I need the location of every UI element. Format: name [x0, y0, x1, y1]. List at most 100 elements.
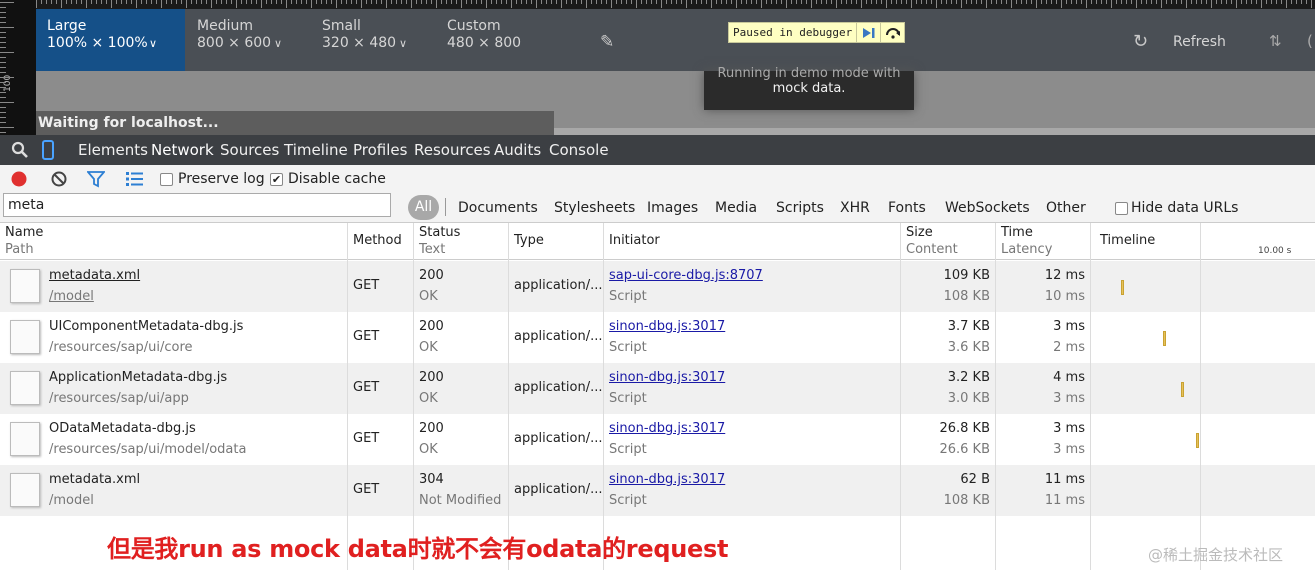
column-name[interactable]: Name Path	[0, 223, 43, 260]
devtools-tab-bar: Elements Network Sources Timeline Profil…	[0, 135, 1315, 165]
ruler-tick	[346, 0, 347, 4]
filter-chip-stylesheets[interactable]: Stylesheets	[554, 200, 635, 216]
column-divider[interactable]	[900, 223, 901, 570]
column-divider[interactable]	[1090, 223, 1091, 570]
filter-chip-other[interactable]: Other	[1046, 200, 1086, 216]
pencil-icon[interactable]: ✎	[600, 32, 614, 52]
ruler-tick	[316, 0, 317, 4]
filter-chip-xhr[interactable]: XHR	[840, 200, 870, 216]
preset-medium[interactable]: Medium 800 × 600 ∨	[186, 9, 310, 71]
filter-chip-images[interactable]: Images	[647, 200, 698, 216]
refresh-icon[interactable]: ↻	[1133, 31, 1148, 52]
checkbox-box[interactable]	[160, 172, 173, 186]
column-initiator[interactable]: Initiator	[604, 223, 660, 260]
column-timeline[interactable]: Timeline	[1095, 223, 1155, 260]
column-label: Time	[1001, 225, 1033, 240]
column-method[interactable]: Method	[348, 223, 402, 260]
tab-elements[interactable]: Elements	[78, 141, 148, 159]
viewport-scroll-strip	[554, 128, 1315, 135]
ruler-tick	[411, 0, 412, 8]
column-status[interactable]: Status Text	[414, 223, 460, 260]
filter-chip-websockets[interactable]: WebSockets	[945, 200, 1030, 216]
request-name[interactable]: UIComponentMetadata-dbg.js	[49, 319, 243, 334]
request-name[interactable]: ODataMetadata-dbg.js	[49, 421, 196, 436]
ruler-tick	[801, 0, 802, 4]
column-divider[interactable]	[603, 223, 604, 570]
ruler-tick	[601, 0, 602, 4]
preset-large[interactable]: Large 100% × 100% ∨	[36, 9, 185, 71]
ruler-tick	[66, 0, 67, 4]
resume-button[interactable]	[856, 23, 880, 42]
checkbox-box[interactable]	[1115, 201, 1128, 215]
filter-icon[interactable]	[87, 171, 105, 188]
request-name[interactable]: metadata.xml	[49, 472, 140, 487]
ruler-tick	[846, 0, 847, 4]
ruler-tick	[716, 0, 717, 4]
column-size[interactable]: Size Content	[901, 223, 958, 260]
filter-chip-scripts[interactable]: Scripts	[776, 200, 824, 216]
tab-timeline[interactable]: Timeline	[284, 141, 348, 159]
filter-chip-fonts[interactable]: Fonts	[888, 200, 926, 216]
step-over-button[interactable]	[880, 23, 904, 42]
tab-sources[interactable]: Sources	[220, 141, 279, 159]
column-divider[interactable]	[347, 223, 348, 570]
column-time[interactable]: Time Latency	[996, 223, 1052, 260]
table-row[interactable]: ODataMetadata-dbg.js /resources/sap/ui/m…	[0, 414, 1315, 465]
tab-resources[interactable]: Resources	[414, 141, 491, 159]
ruler-tick	[956, 0, 957, 4]
request-name[interactable]: metadata.xml	[49, 268, 140, 283]
table-row[interactable]: UIComponentMetadata-dbg.js /resources/sa…	[0, 312, 1315, 363]
ruler-tick	[211, 0, 212, 8]
search-icon[interactable]	[11, 141, 29, 159]
preset-small[interactable]: Small 320 × 480 ∨	[311, 9, 435, 71]
ruler-tick	[876, 0, 877, 4]
ruler-tick	[0, 97, 6, 98]
tab-network[interactable]: Network	[151, 141, 214, 159]
table-row[interactable]: ApplicationMetadata-dbg.js /resources/sa…	[0, 363, 1315, 414]
table-row[interactable]: metadata.xml /model GET 304 Not Modified…	[0, 465, 1315, 516]
ruler-tick	[511, 0, 512, 8]
filter-chip-media[interactable]: Media	[715, 200, 757, 216]
ruler-tick	[466, 0, 467, 4]
preserve-log-checkbox[interactable]: Preserve log	[160, 171, 265, 187]
hide-data-urls-checkbox[interactable]: Hide data URLs	[1115, 200, 1238, 216]
ruler-tick	[251, 0, 252, 4]
record-icon[interactable]	[10, 170, 28, 188]
column-divider[interactable]	[413, 223, 414, 570]
ruler-tick	[1291, 0, 1292, 4]
column-divider[interactable]	[995, 223, 996, 570]
clear-icon[interactable]	[50, 170, 68, 188]
tab-audits[interactable]: Audits	[494, 141, 541, 159]
device-mode-icon[interactable]	[42, 140, 54, 160]
tab-profiles[interactable]: Profiles	[353, 141, 407, 159]
filter-chip-all[interactable]: All	[408, 195, 439, 220]
large-rows-icon[interactable]	[125, 171, 144, 187]
request-name[interactable]: ApplicationMetadata-dbg.js	[49, 370, 227, 385]
preset-custom[interactable]: Custom 480 × 800	[436, 9, 560, 71]
refresh-button[interactable]: Refresh	[1173, 34, 1226, 50]
table-row[interactable]: metadata.xml /model GET 200 OK applicati…	[0, 261, 1315, 312]
more-icon[interactable]: (	[1307, 32, 1313, 50]
tab-console[interactable]: Console	[549, 141, 609, 159]
ruler-tick	[266, 0, 267, 4]
ruler-tick	[1021, 0, 1022, 4]
ruler-tick	[231, 0, 232, 4]
filter-input[interactable]	[3, 193, 391, 217]
filter-chip-documents[interactable]: Documents	[458, 200, 538, 216]
ruler-tick	[896, 0, 897, 4]
ruler-tick	[0, 57, 6, 58]
column-type[interactable]: Type	[509, 223, 544, 260]
disable-cache-checkbox[interactable]: ✔ Disable cache	[270, 171, 386, 187]
ruler-tick	[1046, 0, 1047, 4]
ruler-tick	[971, 0, 972, 4]
column-divider[interactable]	[508, 223, 509, 570]
ruler-tick	[926, 0, 927, 4]
ruler-tick	[0, 107, 6, 108]
ruler-tick	[461, 0, 462, 8]
ruler-tick	[791, 0, 792, 4]
rotate-icon[interactable]: ⇅	[1269, 32, 1282, 50]
checkmark-icon[interactable]: ✔	[270, 172, 283, 186]
ruler-tick	[451, 0, 452, 4]
ruler-tick	[446, 0, 447, 4]
chevron-down-icon: ∨	[149, 37, 158, 50]
